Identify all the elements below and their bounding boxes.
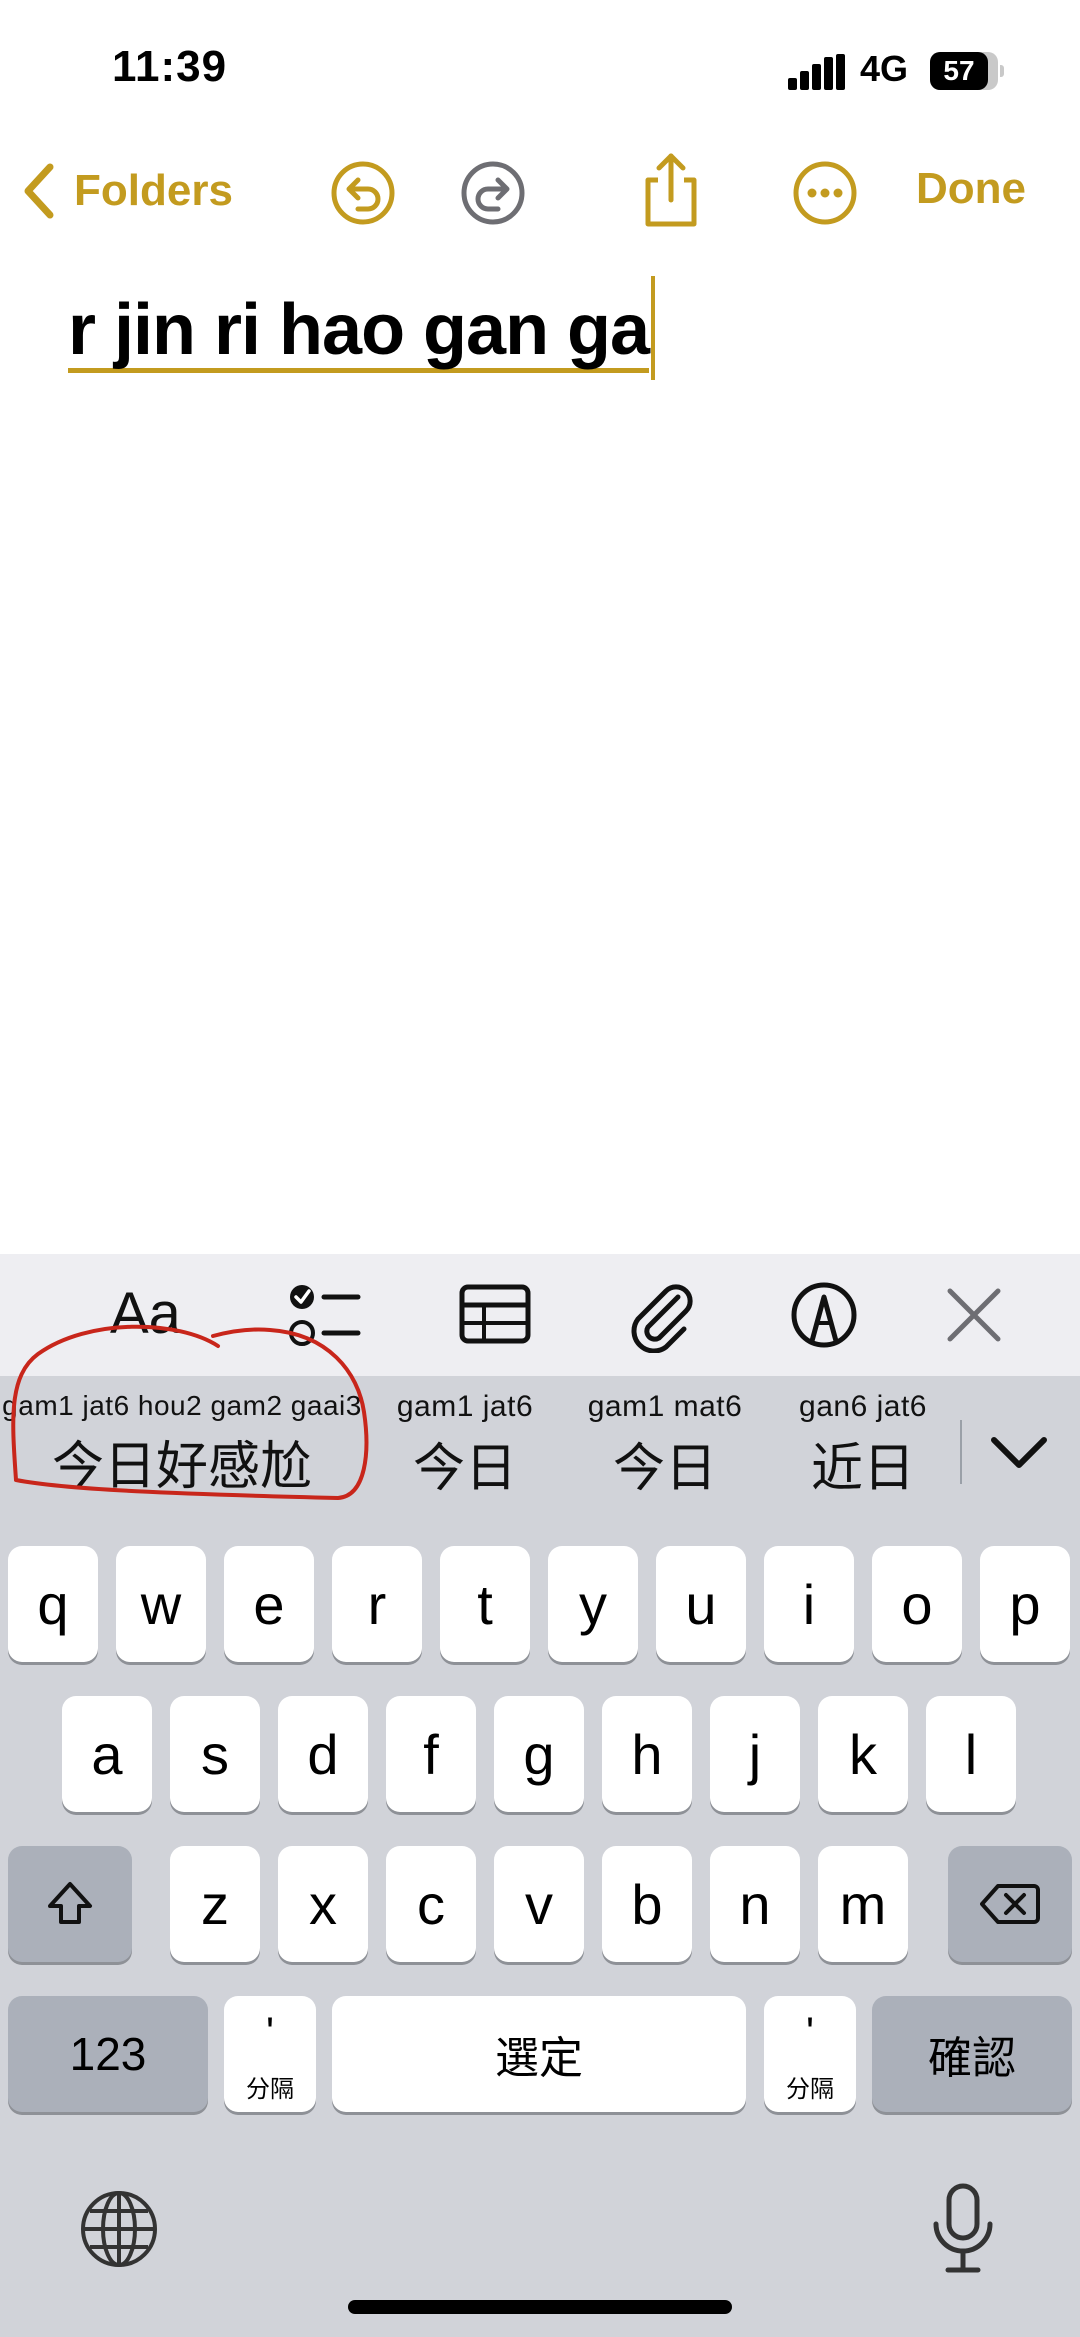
key-z[interactable]: z bbox=[170, 1846, 260, 1962]
network-type: 4G bbox=[860, 48, 909, 89]
key-q[interactable]: q bbox=[8, 1546, 98, 1662]
backspace-icon bbox=[980, 1884, 1040, 1924]
key-m[interactable]: m bbox=[818, 1846, 908, 1962]
delete-key[interactable] bbox=[948, 1846, 1072, 1962]
confirm-key[interactable]: 確認 bbox=[872, 1996, 1072, 2112]
separator-label: 分隔 bbox=[246, 2076, 294, 2103]
key-k[interactable]: k bbox=[818, 1696, 908, 1812]
separator-label: 分隔 bbox=[786, 2076, 834, 2103]
key-n[interactable]: n bbox=[710, 1846, 800, 1962]
chevron-left-icon bbox=[24, 163, 54, 219]
key-b[interactable]: b bbox=[602, 1846, 692, 1962]
key-v[interactable]: v bbox=[494, 1846, 584, 1962]
key-d[interactable]: d bbox=[278, 1696, 368, 1812]
candidate-2[interactable]: gam1 jat6 今日 bbox=[376, 1390, 554, 1501]
key-e[interactable]: e bbox=[224, 1546, 314, 1662]
text-caret bbox=[651, 276, 656, 380]
key-i[interactable]: i bbox=[764, 1546, 854, 1662]
key-g[interactable]: g bbox=[494, 1696, 584, 1812]
key-a[interactable]: a bbox=[62, 1696, 152, 1812]
key-j[interactable]: j bbox=[710, 1696, 800, 1812]
candidate-3[interactable]: gam1 mat6 今日 bbox=[570, 1390, 760, 1501]
cellular-signal-icon bbox=[788, 54, 845, 90]
attachment-icon[interactable] bbox=[622, 1277, 702, 1353]
more-options-icon[interactable] bbox=[790, 158, 860, 228]
candidate-romanization: gan6 jat6 bbox=[799, 1390, 927, 1423]
candidate-romanization: gam1 mat6 bbox=[587, 1390, 743, 1423]
key-t[interactable]: t bbox=[440, 1546, 530, 1662]
done-button[interactable]: Done bbox=[916, 164, 1026, 214]
shift-icon bbox=[48, 1882, 92, 1924]
back-label: Folders bbox=[74, 166, 233, 215]
hand-drawn-circle-annotation bbox=[11, 1324, 369, 1500]
candidate-characters: 近日 bbox=[810, 1440, 915, 1498]
separator-symbol: ' bbox=[805, 2008, 815, 2055]
battery-percent: 57 bbox=[943, 55, 975, 86]
shift-key[interactable] bbox=[8, 1846, 132, 1962]
candidate-romanization: gam1 jat6 bbox=[396, 1390, 534, 1423]
back-folders-button[interactable]: Folders bbox=[22, 158, 233, 224]
separator-symbol: ' bbox=[265, 2008, 275, 2055]
undo-icon[interactable] bbox=[328, 158, 398, 228]
key-x[interactable]: x bbox=[278, 1846, 368, 1962]
home-indicator bbox=[348, 2300, 732, 2314]
globe-icon[interactable] bbox=[76, 2186, 162, 2272]
candidate-characters: 今日 bbox=[412, 1440, 517, 1498]
close-icon[interactable] bbox=[934, 1277, 1014, 1353]
key-c[interactable]: c bbox=[386, 1846, 476, 1962]
key-l[interactable]: l bbox=[926, 1696, 1016, 1812]
table-icon[interactable] bbox=[456, 1277, 536, 1353]
status-time: 11:39 bbox=[112, 42, 228, 91]
share-icon[interactable] bbox=[636, 150, 706, 228]
key-y[interactable]: y bbox=[548, 1546, 638, 1662]
battery-icon: 57 bbox=[930, 52, 1004, 90]
candidate-divider bbox=[960, 1420, 962, 1484]
markup-icon[interactable] bbox=[784, 1277, 864, 1353]
candidate-4[interactable]: gan6 jat6 近日 bbox=[770, 1390, 956, 1501]
key-h[interactable]: h bbox=[602, 1696, 692, 1812]
microphone-icon[interactable] bbox=[922, 2180, 1004, 2280]
candidate-characters: 今日 bbox=[612, 1440, 717, 1498]
key-f[interactable]: f bbox=[386, 1696, 476, 1812]
separator-key-left[interactable]: ' 分隔 bbox=[224, 1996, 316, 2112]
separator-key-right[interactable]: ' 分隔 bbox=[764, 1996, 856, 2112]
key-u[interactable]: u bbox=[656, 1546, 746, 1662]
key-p[interactable]: p bbox=[980, 1546, 1070, 1662]
space-select-key[interactable]: 選定 bbox=[332, 1996, 746, 2112]
note-text: r jin ri hao gan ga bbox=[68, 294, 650, 373]
redo-icon[interactable] bbox=[458, 158, 528, 228]
key-w[interactable]: w bbox=[116, 1546, 206, 1662]
chevron-down-icon[interactable] bbox=[986, 1420, 1052, 1486]
numbers-key[interactable]: 123 bbox=[8, 1996, 208, 2112]
key-r[interactable]: r bbox=[332, 1546, 422, 1662]
note-editor[interactable]: r jin ri hao gan ga bbox=[68, 276, 656, 380]
key-s[interactable]: s bbox=[170, 1696, 260, 1812]
key-o[interactable]: o bbox=[872, 1546, 962, 1662]
